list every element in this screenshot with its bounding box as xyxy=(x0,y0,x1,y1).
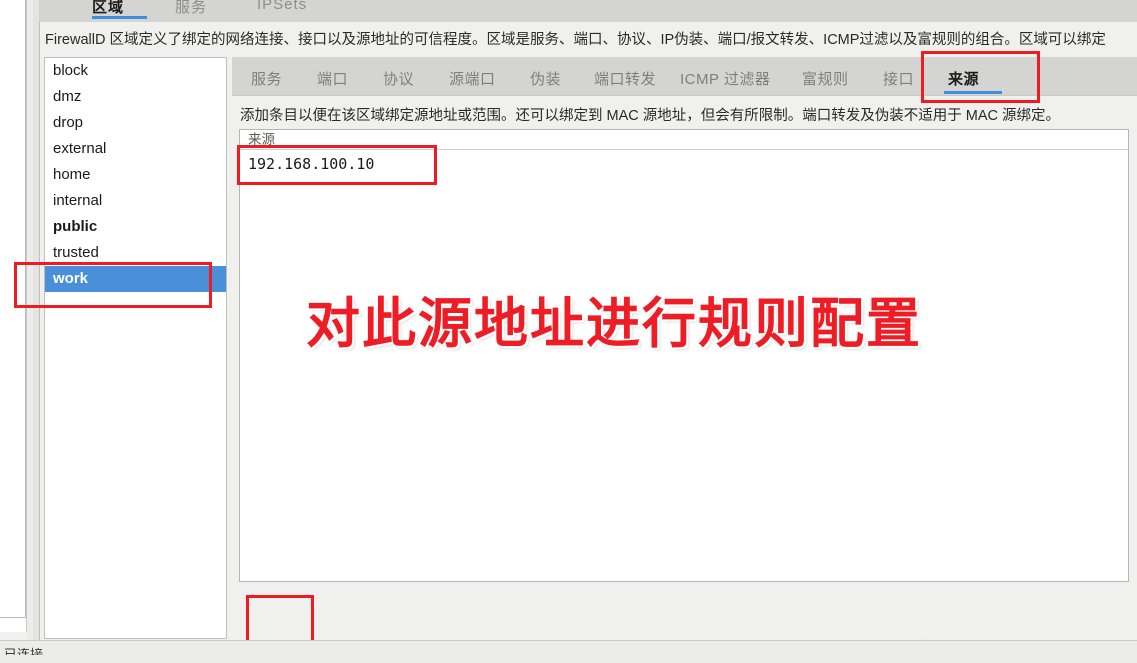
left-side-panel xyxy=(0,0,27,632)
zone-description-text: FirewallD 区域定义了绑定的网络连接、接口以及源地址的可信程度。区域是服… xyxy=(45,32,1106,48)
app-window: 区域 服务 IPSets FirewallD 区域定义了绑定的网络连接、接口以及… xyxy=(0,0,1137,663)
zone-tab-active-indicator xyxy=(944,91,1002,94)
tab-masquerading[interactable]: 伪装 xyxy=(530,68,561,89)
sources-list-row[interactable]: 192.168.100.10 xyxy=(240,150,1128,178)
tab-ports[interactable]: 端口 xyxy=(317,68,348,89)
tab-source-ports[interactable]: 源端口 xyxy=(449,68,496,89)
sources-pane: 添加条目以便在该区域绑定源地址或范围。还可以绑定到 MAC 源地址，但会有所限制… xyxy=(232,95,1137,663)
tab-rich-rules[interactable]: 富规则 xyxy=(802,68,849,89)
zone-list[interactable]: block dmz drop external home internal pu… xyxy=(44,57,227,639)
sources-column-header: 来源 xyxy=(240,130,1128,150)
zone-tab-strip[interactable]: 服务 端口 协议 源端口 伪装 端口转发 ICMP 过滤器 富规则 接口 来源 xyxy=(232,57,1137,95)
top-tab-services[interactable]: 服务 xyxy=(175,0,207,17)
top-tab-zones[interactable]: 区域 xyxy=(92,0,124,17)
status-bar-text: 已连接 xyxy=(4,647,44,655)
top-tab-ipsets[interactable]: IPSets xyxy=(257,0,307,13)
zone-detail-panel: 服务 端口 协议 源端口 伪装 端口转发 ICMP 过滤器 富规则 接口 来源 … xyxy=(232,57,1137,663)
sources-description-text: 添加条目以便在该区域绑定源地址或范围。还可以绑定到 MAC 源地址，但会有所限制… xyxy=(240,108,1061,124)
zone-list-item[interactable]: trusted xyxy=(45,240,226,266)
top-tab-strip[interactable]: 区域 服务 IPSets xyxy=(39,0,1137,22)
zone-list-item-default[interactable]: public xyxy=(45,214,226,240)
zone-list-item-selected[interactable]: work xyxy=(45,266,226,292)
zone-list-item[interactable]: dmz xyxy=(45,84,226,110)
left-side-panel-inner xyxy=(0,0,26,618)
tab-icmp-filter[interactable]: ICMP 过滤器 xyxy=(680,68,770,89)
top-tab-active-indicator xyxy=(92,16,147,19)
tab-protocols[interactable]: 协议 xyxy=(383,68,414,89)
zone-list-item[interactable]: drop xyxy=(45,110,226,136)
zone-list-item[interactable]: external xyxy=(45,136,226,162)
tab-services[interactable]: 服务 xyxy=(251,68,282,89)
annotation-big-text: 对此源地址进行规则配置 xyxy=(306,291,922,355)
tab-interfaces[interactable]: 接口 xyxy=(883,68,914,89)
tab-port-forwarding[interactable]: 端口转发 xyxy=(594,68,656,89)
zone-list-item[interactable]: block xyxy=(45,58,226,84)
tab-sources[interactable]: 来源 xyxy=(948,68,979,89)
status-bar: 已连接 xyxy=(0,640,1137,663)
zone-list-item[interactable]: internal xyxy=(45,188,226,214)
zone-list-item[interactable]: home xyxy=(45,162,226,188)
